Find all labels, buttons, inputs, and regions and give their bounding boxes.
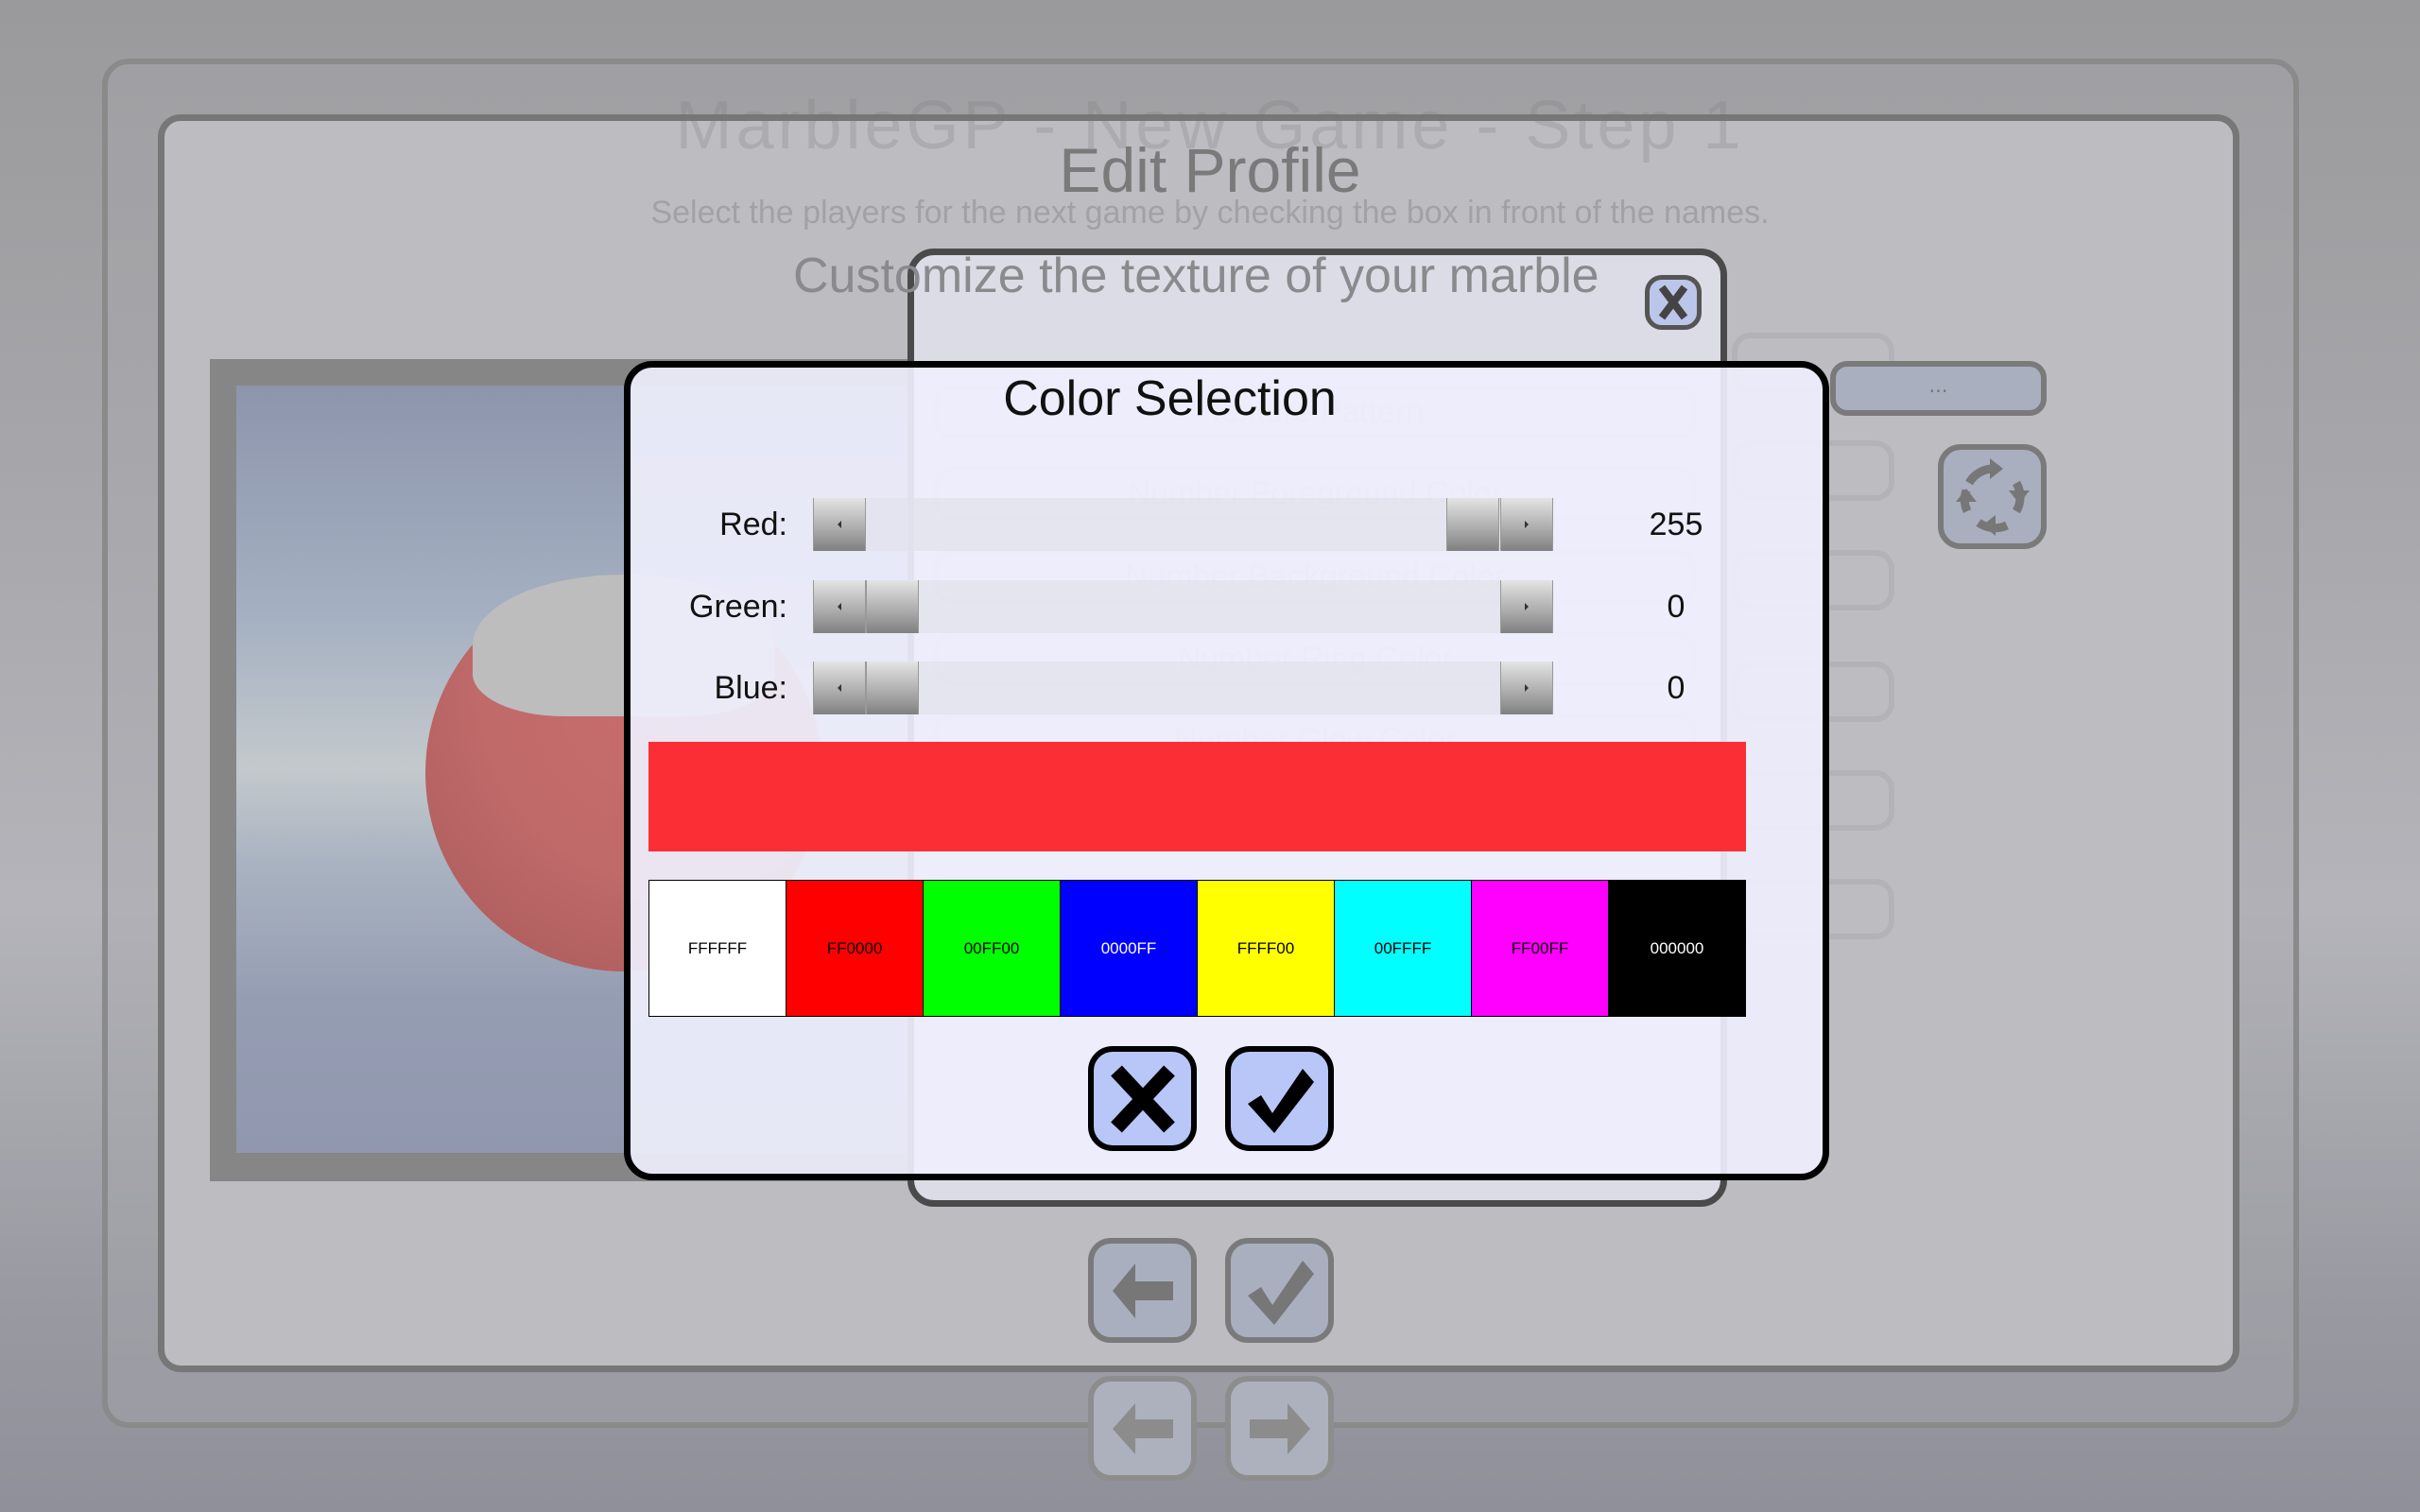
x-icon — [1110, 1065, 1175, 1132]
slider-decrement-button[interactable] — [813, 662, 866, 714]
color-selection-title: Color Selection — [1003, 371, 1337, 426]
color-swatch[interactable]: 00FF00 — [924, 881, 1061, 1016]
texture-dialog-close-button[interactable] — [1645, 275, 1702, 330]
color-swatch[interactable]: FF0000 — [786, 881, 924, 1016]
slider-value: 0 — [1667, 589, 1685, 625]
chevron-right-icon — [1525, 603, 1529, 610]
slider-value: 255 — [1649, 507, 1703, 542]
next-step-button[interactable] — [1225, 1376, 1334, 1481]
close-icon — [1658, 284, 1688, 320]
color-swatch[interactable]: 00FFFF — [1335, 881, 1472, 1016]
refresh-icon — [1955, 457, 2030, 536]
cancel-button[interactable] — [1088, 1046, 1197, 1151]
chevron-right-icon — [1525, 521, 1529, 528]
color-swatch[interactable]: FFFFFF — [649, 881, 786, 1016]
swatch-label: 00FFFF — [1374, 938, 1432, 957]
slider-increment-button[interactable] — [1500, 662, 1553, 714]
swatch-label: FF0000 — [826, 938, 883, 957]
arrow-left-icon — [1112, 1402, 1173, 1454]
slider-value: 0 — [1667, 670, 1685, 706]
color-slider[interactable] — [813, 662, 1553, 714]
ok-button[interactable] — [1225, 1238, 1334, 1343]
chevron-left-icon — [838, 684, 841, 692]
previous-step-button[interactable] — [1088, 1376, 1197, 1481]
color-swatch[interactable]: FF00FF — [1472, 881, 1609, 1016]
arrow-right-icon — [1249, 1402, 1310, 1454]
color-swatch[interactable]: 000000 — [1609, 881, 1745, 1016]
customize-text: Customize the texture of your marble — [793, 249, 1599, 303]
swatch-label: 0000FF — [1100, 938, 1157, 957]
color-preview — [648, 742, 1746, 851]
slider-increment-button[interactable] — [1500, 580, 1553, 633]
checkmark-icon — [1247, 1068, 1314, 1133]
slider-decrement-button[interactable] — [813, 498, 866, 551]
back-button[interactable] — [1088, 1238, 1197, 1343]
slider-label: Blue: — [714, 670, 788, 706]
slider-thumb[interactable] — [866, 580, 919, 633]
slider-thumb[interactable] — [866, 662, 919, 714]
slider-thumb[interactable] — [1446, 498, 1499, 551]
slider-decrement-button[interactable] — [813, 580, 866, 633]
browse-button[interactable]: ... — [1830, 361, 2047, 416]
slider-label: Green: — [689, 589, 787, 625]
chevron-left-icon — [838, 521, 841, 528]
chevron-right-icon — [1525, 684, 1529, 692]
color-swatch[interactable]: 0000FF — [1061, 881, 1198, 1016]
checkmark-icon — [1247, 1260, 1314, 1325]
color-swatch[interactable]: FFFF00 — [1198, 881, 1335, 1016]
swatch-label: FFFF00 — [1236, 938, 1295, 957]
arrow-left-icon — [1112, 1263, 1173, 1318]
swatch-label: FFFFFF — [687, 938, 748, 957]
edit-profile-title: Edit Profile — [1059, 135, 1361, 205]
chevron-left-icon — [838, 603, 841, 610]
swatch-label: 00FF00 — [963, 938, 1020, 957]
slider-label: Red: — [719, 507, 787, 542]
refresh-button[interactable] — [1938, 444, 2047, 549]
slider-increment-button[interactable] — [1500, 498, 1553, 551]
color-slider[interactable] — [813, 580, 1553, 633]
swatch-label: FF00FF — [1511, 938, 1569, 957]
color-slider[interactable] — [813, 498, 1553, 551]
confirm-button[interactable] — [1225, 1046, 1334, 1151]
color-swatches: FFFFFF FF0000 00FF00 0000FF FFFF00 00FFFF FF00… — [648, 880, 1746, 1017]
swatch-label: 000000 — [1650, 938, 1704, 957]
